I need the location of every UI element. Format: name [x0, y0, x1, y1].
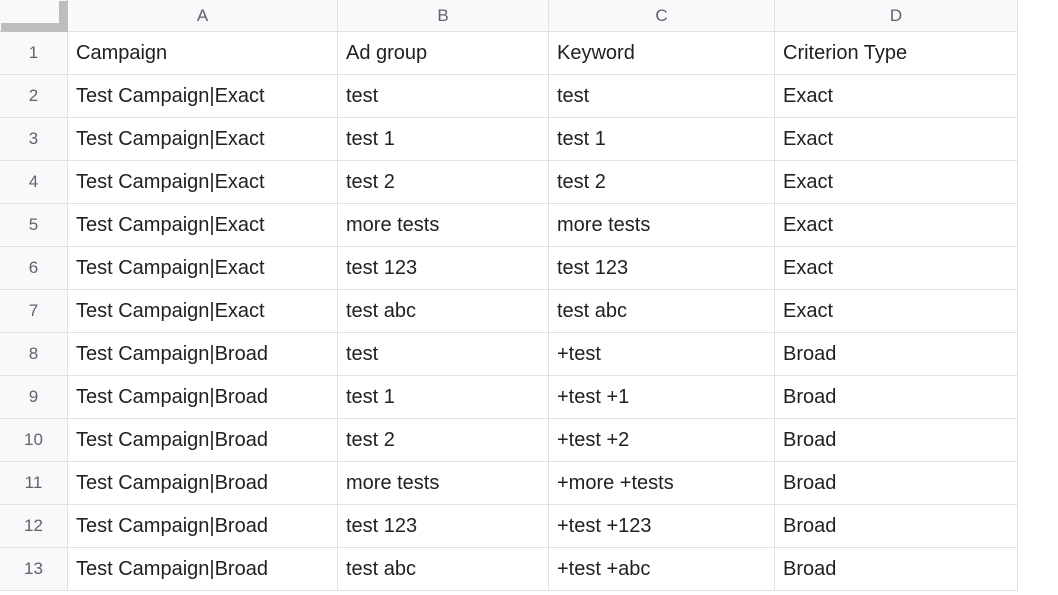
- cell-D1[interactable]: Criterion Type: [775, 32, 1018, 75]
- cell-A3[interactable]: Test Campaign|Exact: [68, 118, 338, 161]
- cell-B7[interactable]: test abc: [338, 290, 549, 333]
- row-header[interactable]: 1: [0, 32, 68, 75]
- column-header-C[interactable]: C: [549, 0, 775, 32]
- cell-D13[interactable]: Broad: [775, 548, 1018, 591]
- cell-C7[interactable]: test abc: [549, 290, 775, 333]
- cell-B13[interactable]: test abc: [338, 548, 549, 591]
- cell-D8[interactable]: Broad: [775, 333, 1018, 376]
- cell-D12[interactable]: Broad: [775, 505, 1018, 548]
- cell-C3[interactable]: test 1: [549, 118, 775, 161]
- row-header[interactable]: 3: [0, 118, 68, 161]
- cell-D11[interactable]: Broad: [775, 462, 1018, 505]
- cell-C5[interactable]: more tests: [549, 204, 775, 247]
- cell-C13[interactable]: +test +abc: [549, 548, 775, 591]
- cell-B11[interactable]: more tests: [338, 462, 549, 505]
- cell-A12[interactable]: Test Campaign|Broad: [68, 505, 338, 548]
- cell-A1[interactable]: Campaign: [68, 32, 338, 75]
- cell-B6[interactable]: test 123: [338, 247, 549, 290]
- column-header-A[interactable]: A: [68, 0, 338, 32]
- spreadsheet-grid[interactable]: A B C D 1 Campaign Ad group Keyword Crit…: [0, 0, 1058, 591]
- row-header[interactable]: 6: [0, 247, 68, 290]
- cell-D2[interactable]: Exact: [775, 75, 1018, 118]
- cell-C10[interactable]: +test +2: [549, 419, 775, 462]
- row-header[interactable]: 11: [0, 462, 68, 505]
- cell-D10[interactable]: Broad: [775, 419, 1018, 462]
- row-header[interactable]: 4: [0, 161, 68, 204]
- cell-C4[interactable]: test 2: [549, 161, 775, 204]
- column-header-D[interactable]: D: [775, 0, 1018, 32]
- cell-A9[interactable]: Test Campaign|Broad: [68, 376, 338, 419]
- cell-B1[interactable]: Ad group: [338, 32, 549, 75]
- cell-D5[interactable]: Exact: [775, 204, 1018, 247]
- cell-A13[interactable]: Test Campaign|Broad: [68, 548, 338, 591]
- row-header[interactable]: 10: [0, 419, 68, 462]
- cell-C12[interactable]: +test +123: [549, 505, 775, 548]
- cell-D4[interactable]: Exact: [775, 161, 1018, 204]
- select-all-corner[interactable]: [0, 0, 68, 32]
- cell-A5[interactable]: Test Campaign|Exact: [68, 204, 338, 247]
- cell-C8[interactable]: +test: [549, 333, 775, 376]
- cell-A6[interactable]: Test Campaign|Exact: [68, 247, 338, 290]
- cell-C1[interactable]: Keyword: [549, 32, 775, 75]
- cell-D3[interactable]: Exact: [775, 118, 1018, 161]
- cell-A2[interactable]: Test Campaign|Exact: [68, 75, 338, 118]
- cell-B3[interactable]: test 1: [338, 118, 549, 161]
- cell-B9[interactable]: test 1: [338, 376, 549, 419]
- row-header[interactable]: 7: [0, 290, 68, 333]
- cell-C2[interactable]: test: [549, 75, 775, 118]
- cell-C9[interactable]: +test +1: [549, 376, 775, 419]
- row-header[interactable]: 5: [0, 204, 68, 247]
- row-header[interactable]: 12: [0, 505, 68, 548]
- cell-B4[interactable]: test 2: [338, 161, 549, 204]
- cell-A7[interactable]: Test Campaign|Exact: [68, 290, 338, 333]
- cell-B8[interactable]: test: [338, 333, 549, 376]
- row-header[interactable]: 8: [0, 333, 68, 376]
- cell-D6[interactable]: Exact: [775, 247, 1018, 290]
- cell-A11[interactable]: Test Campaign|Broad: [68, 462, 338, 505]
- column-header-B[interactable]: B: [338, 0, 549, 32]
- cell-D7[interactable]: Exact: [775, 290, 1018, 333]
- cell-B10[interactable]: test 2: [338, 419, 549, 462]
- row-header[interactable]: 9: [0, 376, 68, 419]
- cell-C11[interactable]: +more +tests: [549, 462, 775, 505]
- cell-A10[interactable]: Test Campaign|Broad: [68, 419, 338, 462]
- row-header[interactable]: 2: [0, 75, 68, 118]
- cell-B12[interactable]: test 123: [338, 505, 549, 548]
- cell-A4[interactable]: Test Campaign|Exact: [68, 161, 338, 204]
- cell-D9[interactable]: Broad: [775, 376, 1018, 419]
- cell-C6[interactable]: test 123: [549, 247, 775, 290]
- row-header[interactable]: 13: [0, 548, 68, 591]
- cell-B5[interactable]: more tests: [338, 204, 549, 247]
- cell-B2[interactable]: test: [338, 75, 549, 118]
- cell-A8[interactable]: Test Campaign|Broad: [68, 333, 338, 376]
